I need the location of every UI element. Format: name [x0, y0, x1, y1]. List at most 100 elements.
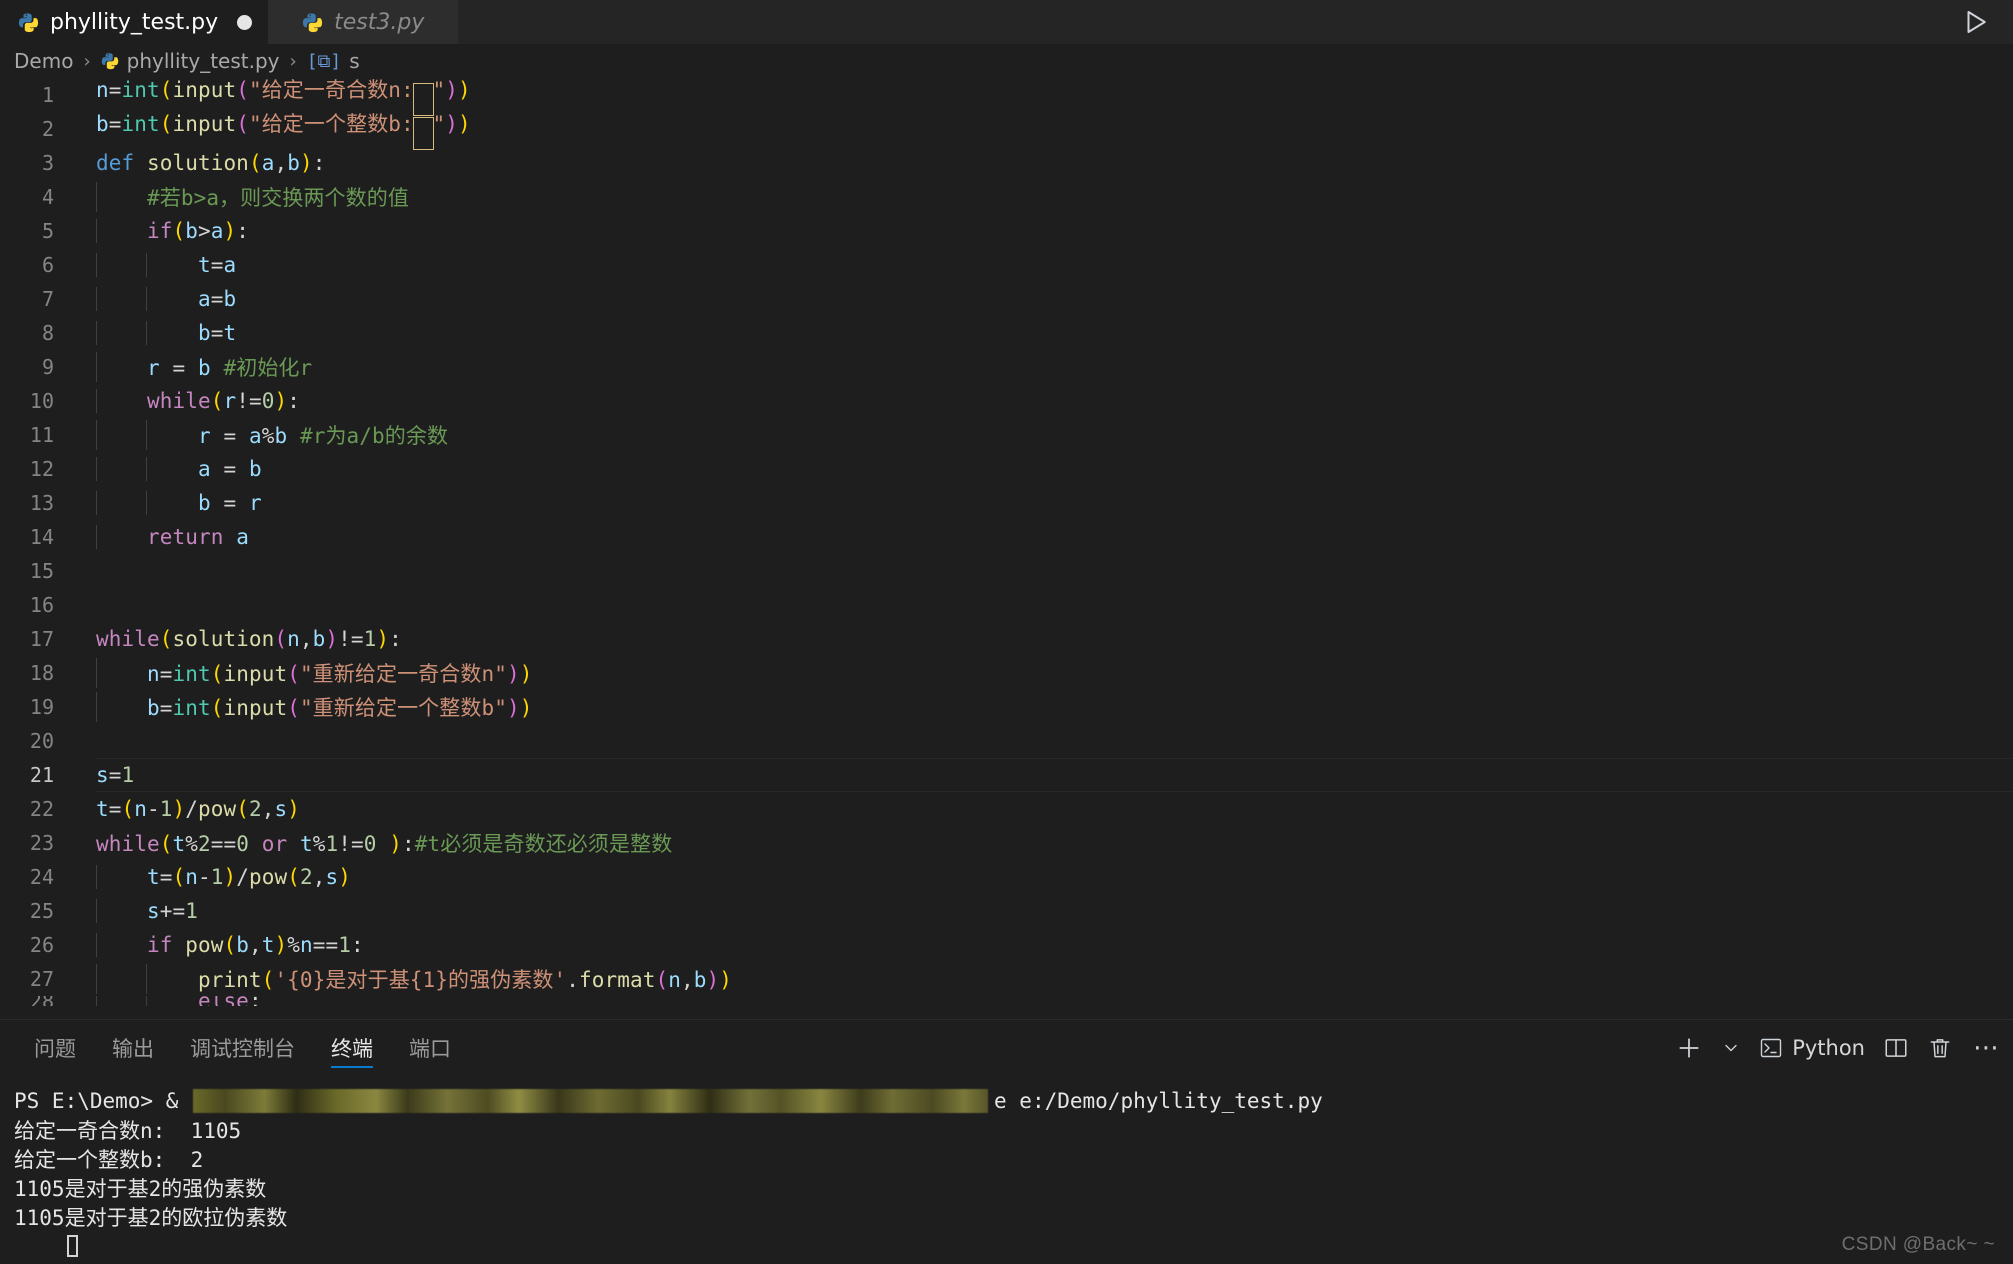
code-line[interactable]: 12 a = b [0, 452, 2013, 486]
line-number: 24 [29, 865, 54, 889]
chevron-down-icon [1725, 1044, 1737, 1052]
editor-tab-bar: phyllity_test.py test3.py [0, 0, 2013, 44]
editor-actions [1951, 0, 2013, 44]
panel-tab-terminal[interactable]: 终端 [313, 1020, 391, 1076]
line-number: 18 [29, 661, 54, 685]
code-line[interactable]: 17 while(solution(n,b)!=1): [0, 622, 2013, 656]
symbol-variable-icon: [⧉] [306, 50, 342, 72]
panel-tab-output[interactable]: 输出 [94, 1020, 172, 1076]
code-line[interactable]: 7 a=b [0, 282, 2013, 316]
new-terminal-button[interactable] [1675, 1034, 1703, 1062]
panel-more-actions-button[interactable]: ⋯ [1971, 1034, 2001, 1061]
breadcrumb-separator: › [83, 50, 91, 72]
breadcrumb-separator: › [289, 50, 297, 72]
split-editor-icon [1885, 1039, 1907, 1057]
code-line[interactable]: 11 r = a%b #r为a/b的余数 [0, 418, 2013, 452]
code-line[interactable]: 13 b = r [0, 486, 2013, 520]
line-content: return a [60, 525, 249, 549]
code-line[interactable]: 24 t=(n-1)/pow(2,s) [0, 860, 2013, 894]
code-line[interactable]: 23 while(t%2==0 or t%1!=0 ):#t必须是奇数还必须是整数 [0, 826, 2013, 860]
line-number: 14 [29, 525, 54, 549]
panel-tab-label: 问题 [34, 1037, 76, 1061]
code-line[interactable]: 1 n=int(input("给定一奇合数n: ")) [0, 78, 2013, 116]
plus-icon [1679, 1038, 1699, 1058]
code-line-partial[interactable]: 28 else: [0, 996, 2013, 1006]
breadcrumb: Demo › phyllity_test.py › [⧉] s [0, 44, 2013, 78]
terminal-shell-label: Python [1792, 1036, 1865, 1060]
active-terminal-shell[interactable]: Python [1759, 1036, 1865, 1060]
trash-icon [1930, 1039, 1950, 1058]
line-number: 27 [29, 967, 54, 991]
line-content: t=a [60, 253, 236, 277]
code-line[interactable]: 5 if(b>a): [0, 214, 2013, 248]
code-line[interactable]: 19 b=int(input("重新给定一个整数b")) [0, 690, 2013, 724]
code-line[interactable]: 27 print('{0}是对于基{1}的强伪素数'.format(n,b)) [0, 962, 2013, 996]
code-line[interactable]: 22 t=(n-1)/pow(2,s) [0, 792, 2013, 826]
code-line[interactable]: 6 t=a [0, 248, 2013, 282]
line-number: 9 [41, 355, 54, 379]
line-number: 2 [41, 117, 54, 141]
terminal-prompt: PS E:\Demo> & [14, 1088, 192, 1113]
code-line[interactable]: 2 b=int(input("给定一个整数b: ")) [0, 112, 2013, 150]
editor-tab-label: test3.py [334, 9, 425, 35]
unsaved-indicator-dot[interactable] [237, 14, 253, 30]
line-content: a = b [60, 457, 262, 481]
terminal-command-suffix: e e:/Demo/phyllity_test.py [994, 1088, 1323, 1113]
breadcrumb-item-file[interactable]: phyllity_test.py [101, 49, 280, 73]
code-line[interactable]: 14 return a [0, 520, 2013, 554]
line-content: print('{0}是对于基{1}的强伪素数'.format(n,b)) [60, 964, 732, 994]
breadcrumb-item-folder[interactable]: Demo [14, 49, 73, 73]
editor-tab-test3[interactable]: test3.py [268, 0, 459, 44]
line-content: b=int(input("给定一个整数b: ")) [60, 108, 471, 150]
split-terminal-button[interactable] [1883, 1035, 1909, 1061]
panel-tab-problems[interactable]: 问题 [16, 1020, 94, 1076]
code-line[interactable]: 18 n=int(input("重新给定一奇合数n")) [0, 656, 2013, 690]
line-number: 10 [29, 389, 54, 413]
terminal-text: 1105是对于基2的欧拉伪素数 [14, 1205, 288, 1230]
editor-tab-phyllity-test[interactable]: phyllity_test.py [0, 0, 269, 44]
line-number: 26 [29, 933, 54, 957]
code-line[interactable]: 4 #若b>a，则交换两个数的值 [0, 180, 2013, 214]
code-line[interactable]: 9 r = b #初始化r [0, 350, 2013, 384]
line-content: if pow(b,t)%n==1: [60, 933, 364, 957]
code-line[interactable]: 10 while(r!=0): [0, 384, 2013, 418]
breadcrumb-label: s [349, 49, 360, 73]
play-triangle-icon[interactable] [1961, 7, 1991, 37]
panel-tab-debug-console[interactable]: 调试控制台 [172, 1020, 313, 1076]
code-line[interactable]: 26 if pow(b,t)%n==1: [0, 928, 2013, 962]
kill-terminal-button[interactable] [1927, 1035, 1953, 1061]
line-content: b=t [60, 321, 236, 345]
python-icon [18, 12, 39, 32]
panel-tab-label: 调试控制台 [190, 1037, 295, 1061]
line-number: 1 [41, 83, 54, 107]
terminal-profile-dropdown[interactable] [1721, 1038, 1741, 1058]
line-content: b=int(input("重新给定一个整数b")) [60, 692, 532, 722]
panel-tab-ports[interactable]: 端口 [391, 1020, 469, 1076]
breadcrumb-item-symbol[interactable]: [⧉] s [307, 49, 360, 73]
redacted-path-region [193, 1088, 989, 1113]
line-number: 28 [0, 996, 60, 1006]
line-content: while(t%2==0 or t%1!=0 ):#t必须是奇数还必须是整数 [96, 832, 673, 856]
code-line[interactable]: 8 b=t [0, 316, 2013, 350]
terminal-text: 给定一奇合数n: 1105 [14, 1118, 242, 1143]
line-number: 15 [29, 559, 54, 583]
code-line[interactable]: 3 def solution(a,b): [0, 146, 2013, 180]
line-number: 22 [29, 797, 54, 821]
line-content: r = a%b #r为a/b的余数 [60, 420, 448, 450]
line-content: t=(n-1)/pow(2,s) [60, 865, 351, 889]
code-line-active[interactable]: 21 s=1 [0, 758, 2013, 792]
line-number: 11 [29, 423, 54, 447]
line-content: #若b>a，则交换两个数的值 [60, 182, 409, 212]
line-number: 16 [29, 593, 54, 617]
code-editor[interactable]: 1 n=int(input("给定一奇合数n: ")) 2 b=int(input(… [0, 78, 2013, 1019]
terminal-output[interactable]: PS E:\Demo> & e e:/Demo/phyllity_test.py… [0, 1076, 2013, 1264]
line-number: 23 [29, 831, 54, 855]
code-line[interactable]: 20 [0, 724, 2013, 758]
code-line[interactable]: 25 s+=1 [0, 894, 2013, 928]
line-number: 4 [41, 185, 54, 209]
code-line[interactable]: 15 [0, 554, 2013, 588]
editor-tab-label: phyllity_test.py [50, 9, 219, 35]
code-line[interactable]: 16 [0, 588, 2013, 622]
line-number: 3 [41, 151, 54, 175]
watermark: CSDN @Back~ ~ [1841, 1234, 1995, 1255]
